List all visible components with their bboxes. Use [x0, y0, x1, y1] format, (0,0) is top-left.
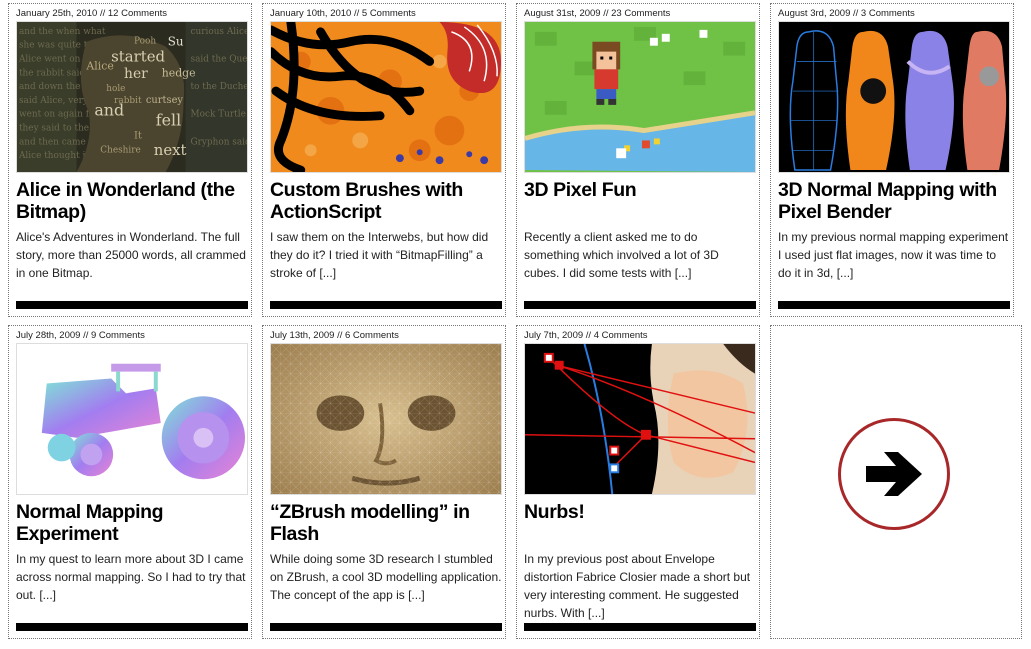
post-card: August 31st, 2009 // 23 Comments 3D Pixe…: [516, 3, 760, 317]
normal-mapped-tractor-image: [17, 344, 247, 494]
svg-text:Gryphon said: Gryphon said: [190, 137, 247, 147]
post-thumbnail[interactable]: and the when what she was quite to Alice …: [16, 21, 248, 173]
post-title[interactable]: Nurbs!: [524, 501, 756, 523]
svg-text:Alice thought it: Alice thought it: [18, 151, 89, 161]
svg-text:Mock Turtle: Mock Turtle: [190, 110, 245, 120]
post-thumbnail[interactable]: [270, 343, 502, 495]
post-meta: August 31st, 2009 // 23 Comments: [524, 8, 671, 19]
post-card: August 3rd, 2009 // 3 Comments 3D Normal…: [770, 3, 1014, 317]
svg-text:she was quite to: she was quite to: [19, 41, 93, 51]
normal-mapping-pixel-bender-image: [779, 22, 1009, 172]
svg-text:and the when what: and the when what: [19, 27, 106, 37]
post-excerpt: Alice's Adventures in Wonderland. The fu…: [16, 230, 246, 280]
post-excerpt: In my previous normal mapping experiment…: [778, 230, 1009, 280]
post-thumbnail[interactable]: [270, 21, 502, 173]
post-divider-bar: [524, 301, 756, 309]
svg-text:hedge: hedge: [162, 66, 196, 79]
nurbs-image: [525, 344, 755, 494]
svg-text:hole: hole: [106, 84, 125, 94]
post-title[interactable]: Normal Mapping Experiment: [16, 501, 248, 545]
post-divider-bar: [524, 623, 756, 631]
post-thumbnail[interactable]: [778, 21, 1010, 173]
svg-text:they said to the: they said to the: [19, 124, 89, 134]
post-meta: January 10th, 2010 // 5 Comments: [270, 8, 416, 19]
svg-text:said the Queen: said the Queen: [190, 54, 247, 64]
arrow-right-icon: [866, 452, 922, 496]
svg-text:her: her: [124, 66, 148, 82]
svg-text:started: started: [111, 49, 165, 66]
post-divider-bar: [270, 623, 502, 631]
post-excerpt: Recently a client asked me to do somethi…: [524, 230, 719, 280]
svg-text:Alice: Alice: [85, 59, 113, 72]
post-divider-bar: [778, 301, 1010, 309]
post-divider-bar: [270, 301, 502, 309]
svg-text:to the Duchess: to the Duchess: [190, 82, 247, 92]
post-card: July 13th, 2009 // 6 Comments “ZBrush mo…: [262, 325, 506, 639]
post-card: January 25th, 2010 // 12 Comments and th…: [8, 3, 252, 317]
post-title[interactable]: 3D Pixel Fun: [524, 179, 756, 201]
svg-text:It: It: [134, 130, 142, 141]
alice-typography-image: and the when what she was quite to Alice …: [17, 22, 247, 172]
svg-text:Cheshire: Cheshire: [100, 145, 141, 155]
svg-text:next: next: [154, 142, 187, 159]
post-title[interactable]: Custom Brushes with ActionScript: [270, 179, 502, 223]
post-title[interactable]: Alice in Wonderland (the Bitmap): [16, 179, 248, 223]
post-excerpt: In my previous post about Envelope disto…: [524, 552, 751, 620]
next-page-button[interactable]: [838, 418, 950, 530]
post-excerpt: While doing some 3D research I stumbled …: [270, 552, 502, 602]
svg-text:went on again for: went on again for: [19, 110, 99, 120]
post-meta: August 3rd, 2009 // 3 Comments: [778, 8, 915, 19]
post-meta: July 13th, 2009 // 6 Comments: [270, 330, 399, 341]
post-meta: July 28th, 2009 // 9 Comments: [16, 330, 145, 341]
post-title[interactable]: “ZBrush modelling” in Flash: [270, 501, 502, 545]
post-thumbnail[interactable]: [524, 343, 756, 495]
post-excerpt: I saw them on the Interwebs, but how did…: [270, 230, 489, 280]
post-card: July 28th, 2009 // 9 Comments Normal Map…: [8, 325, 252, 639]
post-meta: July 7th, 2009 // 4 Comments: [524, 330, 648, 341]
svg-text:Alice went on to: Alice went on to: [18, 54, 92, 64]
post-meta: January 25th, 2010 // 12 Comments: [16, 8, 168, 19]
svg-text:said Alice, very: said Alice, very: [19, 96, 88, 106]
post-card: July 7th, 2009 // 4 Comments Nurbs! In m…: [516, 325, 760, 639]
post-thumbnail[interactable]: [524, 21, 756, 173]
pixel-3d-image: [525, 22, 755, 172]
post-thumbnail[interactable]: [16, 343, 248, 495]
post-title[interactable]: 3D Normal Mapping with Pixel Bender: [778, 179, 1010, 223]
svg-text:fell: fell: [156, 111, 181, 130]
post-divider-bar: [16, 301, 248, 309]
svg-text:rabbit: rabbit: [114, 96, 142, 106]
svg-text:Pooh: Pooh: [134, 37, 156, 47]
custom-brushes-image: [271, 22, 501, 172]
post-excerpt: In my quest to learn more about 3D I cam…: [16, 552, 246, 602]
zbrush-face-image: [271, 344, 501, 494]
svg-text:curious Alice: curious Alice: [190, 27, 247, 37]
next-page-card: [770, 325, 1022, 639]
post-divider-bar: [16, 623, 248, 631]
svg-text:Su: Su: [168, 35, 184, 49]
svg-text:curtsey: curtsey: [146, 95, 184, 106]
post-card: January 10th, 2010 // 5 Comments Custom …: [262, 3, 506, 317]
